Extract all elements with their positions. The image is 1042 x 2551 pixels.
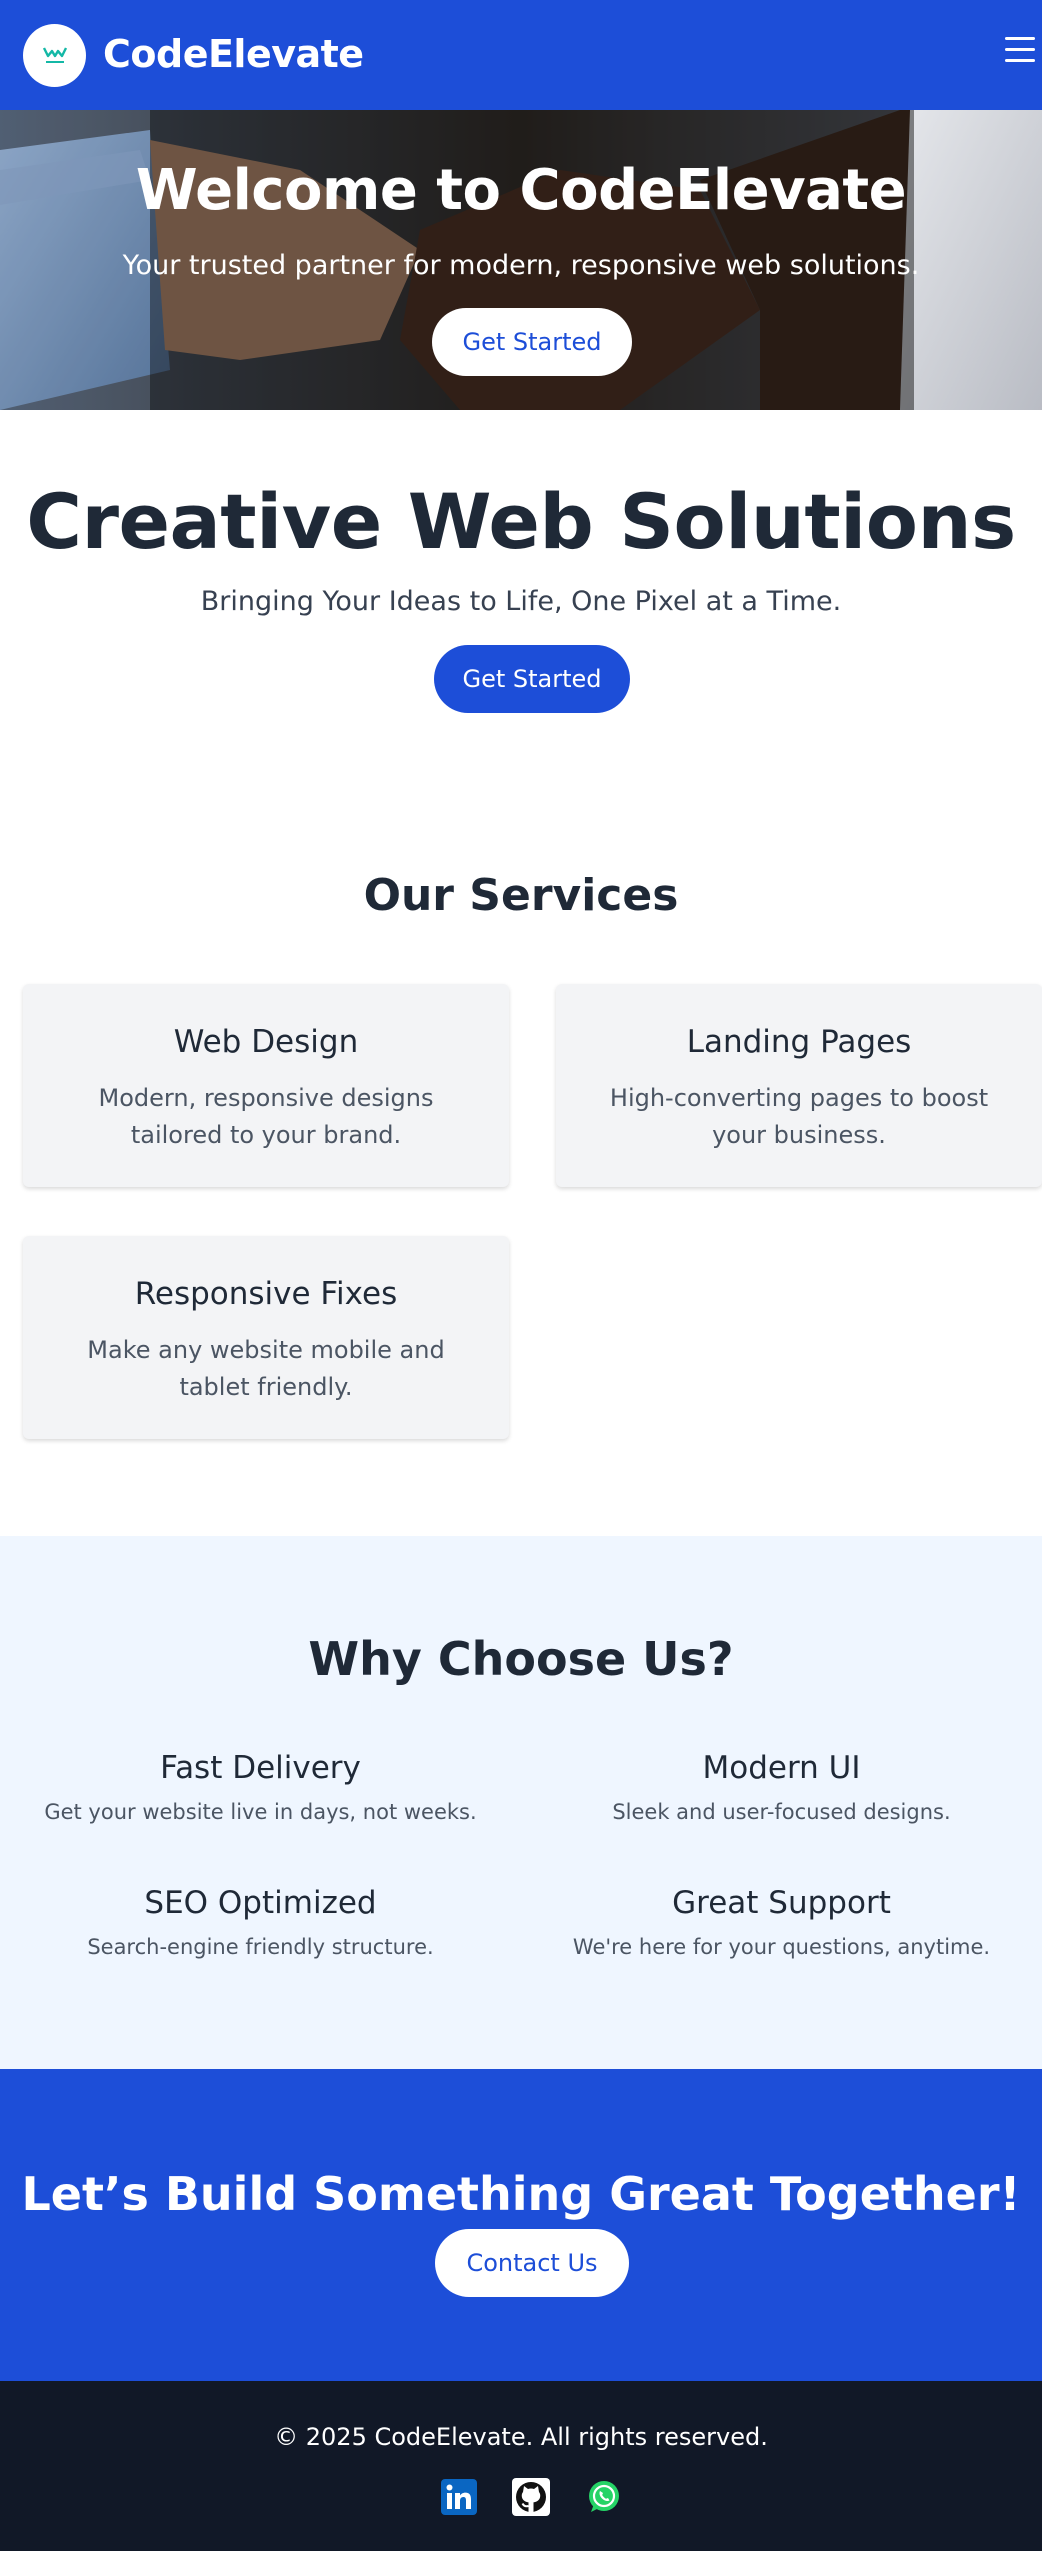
feature-desc: Get your website live in days, not weeks…	[44, 1800, 477, 1824]
feature-desc: Search-engine friendly structure.	[87, 1935, 434, 1959]
site-header: CodeElevate	[0, 0, 1042, 110]
contact-us-button[interactable]: Contact Us	[435, 2229, 629, 2297]
feature-title: Fast Delivery	[160, 1750, 361, 1786]
linkedin-icon[interactable]	[440, 2478, 478, 2516]
feature-seo-optimized: SEO Optimized Search-engine friendly str…	[0, 1885, 521, 1959]
github-icon[interactable]	[512, 2478, 550, 2516]
why-choose-us-section: Why Choose Us? Fast Delivery Get your we…	[0, 1536, 1042, 2069]
hero-get-started-button[interactable]: Get Started	[432, 308, 632, 376]
creative-get-started-button[interactable]: Get Started	[434, 645, 630, 713]
site-footer: © 2025 CodeElevate. All rights reserved.	[0, 2381, 1042, 2551]
service-card-desc: Modern, responsive designs tailored to y…	[98, 1084, 434, 1149]
feature-desc: We're here for your questions, anytime.	[572, 1935, 991, 1959]
copyright-text: © 2025 CodeElevate. All rights reserved.	[274, 2423, 768, 2451]
whatsapp-icon[interactable]	[585, 2478, 623, 2516]
feature-title: Modern UI	[702, 1750, 861, 1786]
hamburger-menu-icon[interactable]	[1005, 36, 1035, 64]
logo-icon[interactable]	[23, 24, 86, 87]
services-title: Our Services	[363, 870, 679, 921]
hero-section: Welcome to CodeElevate Your trusted part…	[0, 110, 1042, 410]
service-card-title: Landing Pages	[686, 1024, 912, 1060]
cta-section: Let’s Build Something Great Together! Co…	[0, 2069, 1042, 2381]
feature-title: SEO Optimized	[144, 1885, 377, 1921]
service-card-desc: Make any website mobile and tablet frien…	[87, 1336, 445, 1401]
service-card-title: Responsive Fixes	[134, 1276, 398, 1312]
feature-title: Great Support	[672, 1885, 891, 1921]
service-card-desc: High-converting pages to boost your busi…	[609, 1084, 989, 1149]
creative-title: Creative Web Solutions	[26, 477, 1016, 566]
feature-great-support: Great Support We're here for your questi…	[521, 1885, 1042, 1959]
feature-fast-delivery: Fast Delivery Get your website live in d…	[0, 1750, 521, 1824]
service-card-title: Web Design	[173, 1024, 359, 1060]
feature-desc: Sleek and user-focused designs.	[612, 1800, 951, 1824]
why-title: Why Choose Us?	[308, 1632, 734, 1686]
service-card-web-design[interactable]: Web Design Modern, responsive designs ta…	[23, 984, 509, 1187]
hero-title: Welcome to CodeElevate	[135, 158, 907, 223]
cta-title: Let’s Build Something Great Together!	[21, 2167, 1021, 2221]
service-card-landing-pages[interactable]: Landing Pages High-converting pages to b…	[556, 984, 1042, 1187]
hero-subtitle: Your trusted partner for modern, respons…	[122, 250, 920, 281]
brand-name[interactable]: CodeElevate	[103, 32, 364, 76]
feature-modern-ui: Modern UI Sleek and user-focused designs…	[521, 1750, 1042, 1824]
creative-subtitle: Bringing Your Ideas to Life, One Pixel a…	[200, 586, 842, 617]
service-card-responsive-fixes[interactable]: Responsive Fixes Make any website mobile…	[23, 1236, 509, 1439]
